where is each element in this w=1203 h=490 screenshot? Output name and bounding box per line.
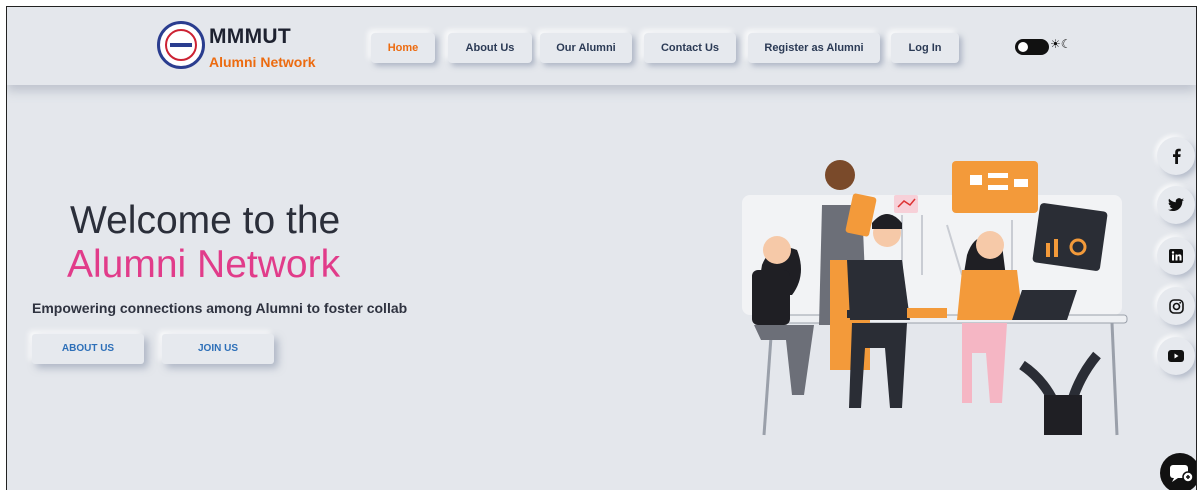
about-us-button[interactable]: ABOUT US: [32, 334, 144, 364]
facebook-icon[interactable]: [1157, 137, 1195, 175]
linkedin-icon[interactable]: [1157, 237, 1195, 275]
join-us-button[interactable]: JOIN US: [162, 334, 274, 364]
brand-title[interactable]: MMMUT: [209, 25, 291, 49]
nav-register-as-alumni[interactable]: Register as Alumni: [748, 33, 880, 63]
brand-subtitle[interactable]: Alumni Network: [209, 54, 316, 70]
nav-our-alumni[interactable]: Our Alumni: [540, 33, 632, 63]
instagram-icon[interactable]: [1157, 287, 1195, 325]
hero-heading-line2: Alumni Network: [67, 243, 341, 286]
nav-contact-us[interactable]: Contact Us: [644, 33, 736, 63]
chat-icon[interactable]: [1160, 453, 1196, 490]
twitter-icon[interactable]: [1157, 186, 1195, 224]
hero-heading-line1: Welcome to the: [70, 199, 341, 242]
page-frame: MMMUT Alumni Network Home About Us Our A…: [6, 6, 1197, 490]
team-collaboration-illustration: [742, 160, 1128, 436]
theme-toggle[interactable]: [1015, 39, 1049, 55]
nav-log-in[interactable]: Log In: [891, 33, 959, 63]
header: MMMUT Alumni Network Home About Us Our A…: [7, 7, 1196, 85]
nav-home[interactable]: Home: [371, 33, 435, 63]
sun-moon-icon: ☀☾: [1050, 37, 1072, 51]
youtube-icon[interactable]: [1157, 337, 1195, 375]
college-logo-icon[interactable]: [157, 21, 205, 69]
hero-tagline: Empowering connections among Alumni to f…: [32, 300, 408, 316]
nav-about-us[interactable]: About Us: [448, 33, 532, 63]
